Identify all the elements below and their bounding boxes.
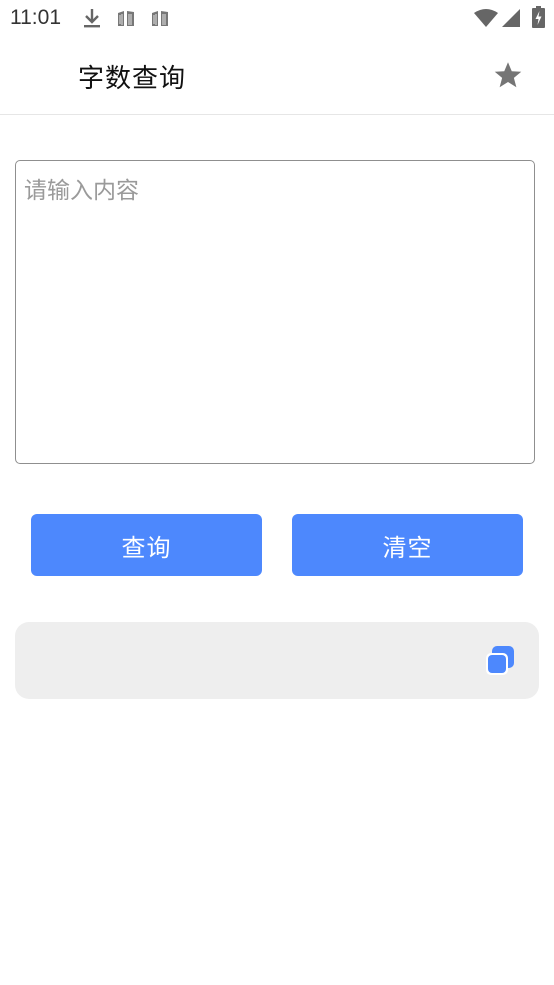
download-icon — [84, 9, 100, 28]
page-title: 字数查询 — [78, 64, 187, 94]
battery-charging-icon — [532, 6, 545, 28]
content-input[interactable] — [15, 160, 535, 464]
query-button[interactable]: 查询 — [31, 514, 262, 576]
screen: 11:01 字数查询 请输入内容 查询 清空 — [0, 0, 554, 985]
status-bar: 11:01 — [0, 0, 554, 38]
sim-card-icon — [152, 11, 168, 26]
favorite-button[interactable] — [489, 56, 527, 94]
star-icon — [494, 62, 522, 88]
clear-button[interactable]: 清空 — [292, 514, 523, 576]
wifi-icon — [474, 9, 498, 27]
cellular-signal-icon — [502, 9, 520, 27]
app-bar: 字数查询 — [0, 38, 554, 115]
copy-icon — [486, 646, 514, 675]
copy-button[interactable] — [483, 644, 517, 678]
result-box — [15, 622, 539, 699]
sim-card-icon — [118, 11, 134, 26]
status-time: 11:01 — [10, 6, 61, 29]
